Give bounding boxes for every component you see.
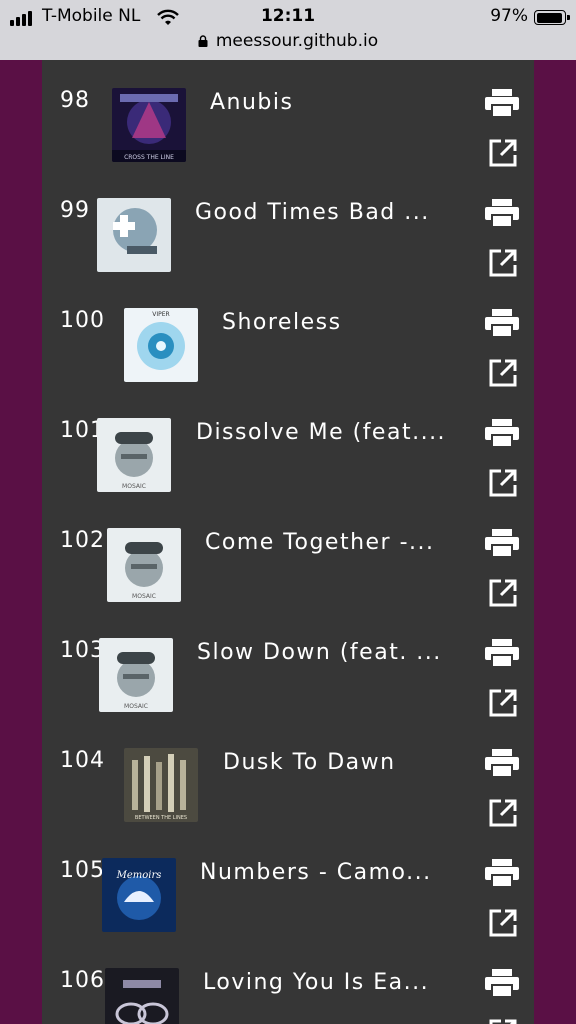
track-row[interactable]: 105 Memoirs Numbers - Camo... <box>42 830 534 940</box>
track-title[interactable]: Loving You Is Ea... <box>203 970 429 995</box>
print-icon[interactable] <box>484 638 520 668</box>
cover-caption: MOSAIC <box>122 483 146 490</box>
track-title[interactable]: Slow Down (feat. ... <box>197 640 442 665</box>
page-margin-right <box>534 60 576 1024</box>
track-row[interactable]: 104 BETWEEN THE LINES Dusk To Dawn <box>42 720 534 830</box>
battery-percent: 97% <box>490 6 528 26</box>
print-icon[interactable] <box>484 748 520 778</box>
open-external-icon[interactable] <box>488 798 518 828</box>
print-icon[interactable] <box>484 858 520 888</box>
track-number: 104 <box>60 748 105 773</box>
album-cover[interactable]: MOSAIC <box>97 418 171 492</box>
album-cover[interactable]: Memoirs <box>102 858 176 932</box>
album-cover[interactable] <box>105 968 179 1024</box>
album-cover[interactable]: MOSAIC <box>107 528 181 602</box>
open-external-icon[interactable] <box>488 138 518 168</box>
open-external-icon[interactable] <box>488 358 518 388</box>
track-row[interactable]: 102 MOSAIC Come Together -... <box>42 500 534 610</box>
track-title[interactable]: Numbers - Camo... <box>200 860 432 885</box>
cover-caption: Memoirs <box>116 870 162 881</box>
track-row[interactable]: 106 Loving You Is Ea... <box>42 940 534 1024</box>
track-row[interactable]: 100 VIPER Shoreless <box>42 280 534 390</box>
track-number: 100 <box>60 308 105 333</box>
track-row[interactable]: 103 MOSAIC Slow Down (feat. ... <box>42 610 534 720</box>
print-icon[interactable] <box>484 198 520 228</box>
album-cover[interactable]: VIPER <box>124 308 198 382</box>
open-external-icon[interactable] <box>488 688 518 718</box>
track-title[interactable]: Dusk To Dawn <box>223 750 396 775</box>
print-icon[interactable] <box>484 528 520 558</box>
track-number: 102 <box>60 528 105 553</box>
album-cover[interactable]: MOSAIC <box>99 638 173 712</box>
track-number: 106 <box>60 968 105 993</box>
open-external-icon[interactable] <box>488 578 518 608</box>
track-title[interactable]: Anubis <box>210 90 293 115</box>
page-margin-left <box>0 60 42 1024</box>
track-title[interactable]: Shoreless <box>222 310 342 335</box>
cover-caption: VIPER <box>152 311 169 318</box>
lock-icon <box>198 35 208 47</box>
track-row[interactable]: 98 CROSS THE LINE Anubis <box>42 60 534 170</box>
print-icon[interactable] <box>484 308 520 338</box>
album-cover[interactable] <box>97 198 171 272</box>
url-text: meessour.github.io <box>215 31 379 51</box>
track-title[interactable]: Dissolve Me (feat.... <box>196 420 446 445</box>
track-row[interactable]: 99 Good Times Bad ... <box>42 170 534 280</box>
open-external-icon[interactable] <box>488 1018 518 1024</box>
address-bar[interactable]: meessour.github.io <box>0 31 576 55</box>
track-list: 98 CROSS THE LINE Anubis 99 Good Times B… <box>42 60 534 1024</box>
ios-status-bar: T-Mobile NL 12:11 97% meessour.github.io <box>0 0 576 60</box>
track-number: 99 <box>60 198 90 223</box>
album-cover[interactable]: BETWEEN THE LINES <box>124 748 198 822</box>
open-external-icon[interactable] <box>488 468 518 498</box>
cover-caption: MOSAIC <box>132 593 156 600</box>
album-cover[interactable]: CROSS THE LINE <box>112 88 186 162</box>
print-icon[interactable] <box>484 88 520 118</box>
print-icon[interactable] <box>484 418 520 448</box>
track-number: 105 <box>60 858 105 883</box>
print-icon[interactable] <box>484 968 520 998</box>
open-external-icon[interactable] <box>488 248 518 278</box>
track-number: 98 <box>60 88 90 113</box>
cover-caption: BETWEEN THE LINES <box>135 815 187 821</box>
track-title[interactable]: Good Times Bad ... <box>195 200 430 225</box>
cover-caption: MOSAIC <box>124 703 148 710</box>
cover-caption: CROSS THE LINE <box>124 154 174 161</box>
open-external-icon[interactable] <box>488 908 518 938</box>
battery-icon <box>534 10 570 25</box>
track-title[interactable]: Come Together -... <box>205 530 435 555</box>
track-row[interactable]: 101 MOSAIC Dissolve Me (feat.... <box>42 390 534 500</box>
